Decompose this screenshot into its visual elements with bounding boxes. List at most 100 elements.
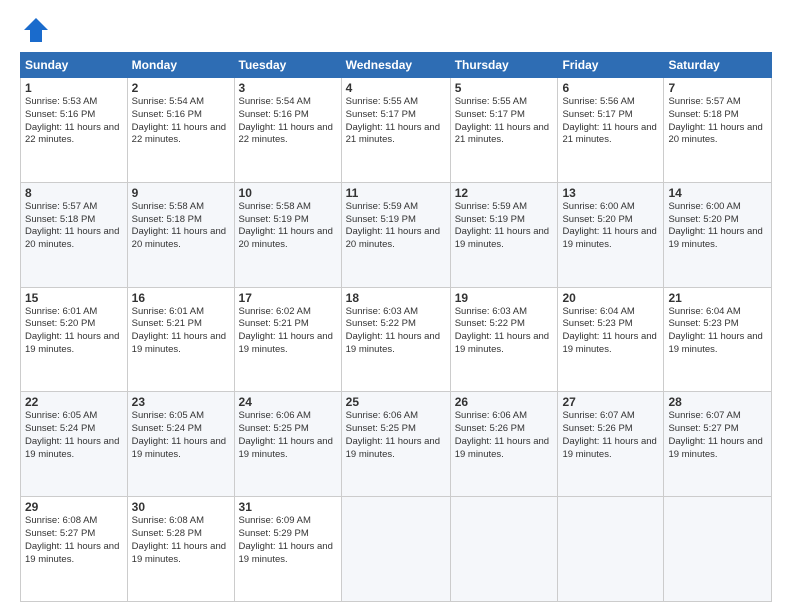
calendar-day-cell: 22Sunrise: 6:05 AMSunset: 5:24 PMDayligh…	[21, 392, 128, 497]
calendar-day-cell: 4Sunrise: 5:55 AMSunset: 5:17 PMDaylight…	[341, 78, 450, 183]
day-info: Sunrise: 5:57 AMSunset: 5:18 PMDaylight:…	[668, 96, 762, 145]
calendar-day-cell: 6Sunrise: 5:56 AMSunset: 5:17 PMDaylight…	[558, 78, 664, 183]
day-info: Sunrise: 6:04 AMSunset: 5:23 PMDaylight:…	[562, 306, 656, 355]
calendar-day-cell: 1Sunrise: 5:53 AMSunset: 5:16 PMDaylight…	[21, 78, 128, 183]
day-info: Sunrise: 6:03 AMSunset: 5:22 PMDaylight:…	[455, 306, 549, 355]
calendar-day-cell: 30Sunrise: 6:08 AMSunset: 5:28 PMDayligh…	[127, 497, 234, 602]
day-number: 3	[239, 81, 337, 95]
day-info: Sunrise: 6:05 AMSunset: 5:24 PMDaylight:…	[25, 410, 119, 459]
calendar-day-cell: 28Sunrise: 6:07 AMSunset: 5:27 PMDayligh…	[664, 392, 772, 497]
day-info: Sunrise: 5:55 AMSunset: 5:17 PMDaylight:…	[455, 96, 549, 145]
day-info: Sunrise: 6:04 AMSunset: 5:23 PMDaylight:…	[668, 306, 762, 355]
day-number: 1	[25, 81, 123, 95]
calendar-day-cell: 12Sunrise: 5:59 AMSunset: 5:19 PMDayligh…	[450, 182, 558, 287]
day-number: 7	[668, 81, 767, 95]
day-number: 6	[562, 81, 659, 95]
day-number: 10	[239, 186, 337, 200]
calendar-day-cell: 2Sunrise: 5:54 AMSunset: 5:16 PMDaylight…	[127, 78, 234, 183]
calendar-day-cell: 23Sunrise: 6:05 AMSunset: 5:24 PMDayligh…	[127, 392, 234, 497]
day-info: Sunrise: 5:58 AMSunset: 5:18 PMDaylight:…	[132, 201, 226, 250]
calendar-day-cell	[341, 497, 450, 602]
calendar-day-cell: 8Sunrise: 5:57 AMSunset: 5:18 PMDaylight…	[21, 182, 128, 287]
day-number: 9	[132, 186, 230, 200]
calendar-day-cell: 5Sunrise: 5:55 AMSunset: 5:17 PMDaylight…	[450, 78, 558, 183]
day-info: Sunrise: 6:03 AMSunset: 5:22 PMDaylight:…	[346, 306, 440, 355]
day-number: 29	[25, 500, 123, 514]
calendar-day-cell: 11Sunrise: 5:59 AMSunset: 5:19 PMDayligh…	[341, 182, 450, 287]
day-number: 20	[562, 291, 659, 305]
calendar-week-row: 22Sunrise: 6:05 AMSunset: 5:24 PMDayligh…	[21, 392, 772, 497]
calendar-day-cell: 21Sunrise: 6:04 AMSunset: 5:23 PMDayligh…	[664, 287, 772, 392]
calendar-day-cell	[558, 497, 664, 602]
day-info: Sunrise: 6:07 AMSunset: 5:27 PMDaylight:…	[668, 410, 762, 459]
day-number: 18	[346, 291, 446, 305]
day-info: Sunrise: 5:56 AMSunset: 5:17 PMDaylight:…	[562, 96, 656, 145]
day-info: Sunrise: 6:06 AMSunset: 5:25 PMDaylight:…	[346, 410, 440, 459]
day-info: Sunrise: 6:01 AMSunset: 5:20 PMDaylight:…	[25, 306, 119, 355]
calendar-day-cell: 25Sunrise: 6:06 AMSunset: 5:25 PMDayligh…	[341, 392, 450, 497]
day-header-saturday: Saturday	[664, 53, 772, 78]
calendar-page: SundayMondayTuesdayWednesdayThursdayFrid…	[0, 0, 792, 612]
day-number: 19	[455, 291, 554, 305]
calendar-day-cell: 17Sunrise: 6:02 AMSunset: 5:21 PMDayligh…	[234, 287, 341, 392]
calendar-day-cell	[450, 497, 558, 602]
day-info: Sunrise: 5:53 AMSunset: 5:16 PMDaylight:…	[25, 96, 119, 145]
day-info: Sunrise: 6:06 AMSunset: 5:25 PMDaylight:…	[239, 410, 333, 459]
day-info: Sunrise: 5:54 AMSunset: 5:16 PMDaylight:…	[132, 96, 226, 145]
day-number: 12	[455, 186, 554, 200]
calendar-week-row: 1Sunrise: 5:53 AMSunset: 5:16 PMDaylight…	[21, 78, 772, 183]
calendar-week-row: 8Sunrise: 5:57 AMSunset: 5:18 PMDaylight…	[21, 182, 772, 287]
logo	[20, 16, 50, 44]
calendar-day-cell	[664, 497, 772, 602]
day-number: 2	[132, 81, 230, 95]
day-header-tuesday: Tuesday	[234, 53, 341, 78]
calendar-day-cell: 3Sunrise: 5:54 AMSunset: 5:16 PMDaylight…	[234, 78, 341, 183]
day-info: Sunrise: 6:07 AMSunset: 5:26 PMDaylight:…	[562, 410, 656, 459]
day-number: 25	[346, 395, 446, 409]
day-info: Sunrise: 6:06 AMSunset: 5:26 PMDaylight:…	[455, 410, 549, 459]
calendar-day-cell: 26Sunrise: 6:06 AMSunset: 5:26 PMDayligh…	[450, 392, 558, 497]
day-header-friday: Friday	[558, 53, 664, 78]
day-info: Sunrise: 6:08 AMSunset: 5:27 PMDaylight:…	[25, 515, 119, 564]
day-info: Sunrise: 6:01 AMSunset: 5:21 PMDaylight:…	[132, 306, 226, 355]
calendar-day-cell: 31Sunrise: 6:09 AMSunset: 5:29 PMDayligh…	[234, 497, 341, 602]
day-number: 13	[562, 186, 659, 200]
day-number: 24	[239, 395, 337, 409]
calendar-table: SundayMondayTuesdayWednesdayThursdayFrid…	[20, 52, 772, 602]
day-info: Sunrise: 5:59 AMSunset: 5:19 PMDaylight:…	[455, 201, 549, 250]
calendar-day-cell: 20Sunrise: 6:04 AMSunset: 5:23 PMDayligh…	[558, 287, 664, 392]
calendar-day-cell: 13Sunrise: 6:00 AMSunset: 5:20 PMDayligh…	[558, 182, 664, 287]
calendar-day-cell: 29Sunrise: 6:08 AMSunset: 5:27 PMDayligh…	[21, 497, 128, 602]
day-info: Sunrise: 5:57 AMSunset: 5:18 PMDaylight:…	[25, 201, 119, 250]
calendar-day-cell: 14Sunrise: 6:00 AMSunset: 5:20 PMDayligh…	[664, 182, 772, 287]
day-number: 22	[25, 395, 123, 409]
day-info: Sunrise: 6:09 AMSunset: 5:29 PMDaylight:…	[239, 515, 333, 564]
day-header-sunday: Sunday	[21, 53, 128, 78]
day-info: Sunrise: 5:55 AMSunset: 5:17 PMDaylight:…	[346, 96, 440, 145]
calendar-day-cell: 18Sunrise: 6:03 AMSunset: 5:22 PMDayligh…	[341, 287, 450, 392]
day-info: Sunrise: 5:58 AMSunset: 5:19 PMDaylight:…	[239, 201, 333, 250]
day-number: 23	[132, 395, 230, 409]
day-info: Sunrise: 6:02 AMSunset: 5:21 PMDaylight:…	[239, 306, 333, 355]
day-info: Sunrise: 6:08 AMSunset: 5:28 PMDaylight:…	[132, 515, 226, 564]
calendar-day-cell: 16Sunrise: 6:01 AMSunset: 5:21 PMDayligh…	[127, 287, 234, 392]
day-info: Sunrise: 6:00 AMSunset: 5:20 PMDaylight:…	[668, 201, 762, 250]
calendar-day-cell: 10Sunrise: 5:58 AMSunset: 5:19 PMDayligh…	[234, 182, 341, 287]
calendar-day-cell: 15Sunrise: 6:01 AMSunset: 5:20 PMDayligh…	[21, 287, 128, 392]
calendar-day-cell: 27Sunrise: 6:07 AMSunset: 5:26 PMDayligh…	[558, 392, 664, 497]
day-number: 30	[132, 500, 230, 514]
day-number: 8	[25, 186, 123, 200]
day-info: Sunrise: 5:59 AMSunset: 5:19 PMDaylight:…	[346, 201, 440, 250]
calendar-day-cell: 7Sunrise: 5:57 AMSunset: 5:18 PMDaylight…	[664, 78, 772, 183]
day-number: 14	[668, 186, 767, 200]
day-info: Sunrise: 6:00 AMSunset: 5:20 PMDaylight:…	[562, 201, 656, 250]
calendar-header-row: SundayMondayTuesdayWednesdayThursdayFrid…	[21, 53, 772, 78]
header	[20, 16, 772, 44]
day-number: 17	[239, 291, 337, 305]
day-number: 31	[239, 500, 337, 514]
calendar-day-cell: 9Sunrise: 5:58 AMSunset: 5:18 PMDaylight…	[127, 182, 234, 287]
day-number: 26	[455, 395, 554, 409]
day-number: 4	[346, 81, 446, 95]
logo-icon	[22, 16, 50, 44]
day-number: 15	[25, 291, 123, 305]
